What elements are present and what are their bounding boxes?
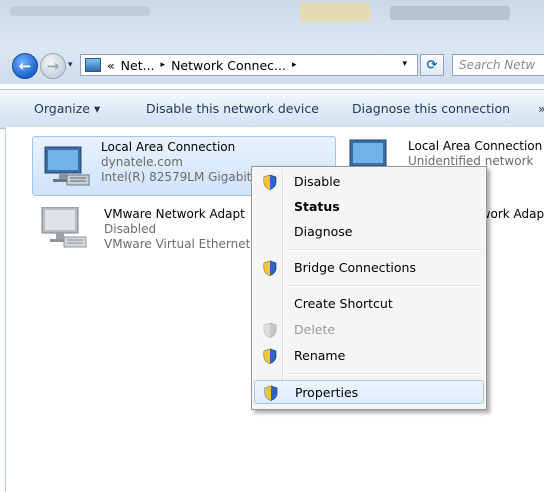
uac-shield-icon	[263, 260, 277, 276]
adapter-name: Local Area Connection	[408, 139, 543, 153]
back-arrow-icon: ←	[18, 57, 32, 75]
context-menu: Disable Status Diagnose Bridge Connectio…	[251, 166, 487, 410]
adapter-status: Disabled	[104, 222, 157, 236]
menu-separator	[286, 373, 482, 375]
breadcrumb-separator-icon[interactable]: ▸	[292, 60, 297, 70]
menu-item-disable[interactable]: Disable	[254, 170, 484, 194]
title-bar-blur	[390, 6, 510, 20]
menu-separator	[286, 249, 482, 251]
forward-arrow-icon: →	[46, 57, 60, 75]
menu-item-label: Properties	[295, 385, 359, 400]
menu-item-delete: Delete	[254, 318, 484, 342]
command-bar: Organize ▾ Disable this network device D…	[0, 89, 544, 129]
menu-item-diagnose[interactable]: Diagnose	[254, 220, 484, 244]
adapter-name: Local Area Connection	[101, 140, 236, 154]
diagnose-connection-button[interactable]: Diagnose this connection	[352, 101, 510, 116]
breadcrumb-network[interactable]: Net...	[121, 58, 155, 73]
more-commands-button[interactable]: »	[538, 101, 544, 116]
uac-shield-icon	[263, 174, 277, 190]
organize-button[interactable]: Organize ▾	[34, 101, 100, 116]
address-dropdown-icon[interactable]: ▾	[402, 59, 407, 69]
menu-item-label: Rename	[294, 348, 346, 363]
menu-item-label: Status	[294, 199, 340, 214]
menu-item-label: Delete	[294, 322, 336, 337]
menu-item-rename[interactable]: Rename	[254, 344, 484, 368]
control-panel-icon	[85, 58, 101, 72]
window-title-bar	[0, 0, 544, 50]
breadcrumb-overflow[interactable]: «	[107, 58, 115, 73]
address-bar[interactable]: « Net... ▸ Network Connec... ▸ ▾	[80, 54, 418, 76]
uac-shield-icon	[264, 385, 278, 401]
menu-item-label: Disable	[294, 174, 341, 189]
refresh-button[interactable]: ⟳	[420, 54, 444, 76]
menu-separator	[286, 285, 482, 287]
uac-shield-icon	[263, 348, 277, 364]
uac-shield-disabled-icon	[263, 322, 277, 338]
back-button[interactable]: ←	[12, 53, 38, 79]
refresh-icon: ⟳	[426, 57, 438, 73]
adapter-device: Intel(R) 82579LM Gigabit	[101, 170, 252, 184]
network-adapter-disabled-icon	[41, 207, 87, 248]
menu-item-label: Bridge Connections	[294, 260, 416, 275]
breadcrumb-network-connections[interactable]: Network Connec...	[171, 58, 286, 73]
menu-item-bridge-connections[interactable]: Bridge Connections	[254, 256, 484, 280]
breadcrumb-separator-icon[interactable]: ▸	[161, 60, 166, 70]
menu-item-create-shortcut[interactable]: Create Shortcut	[254, 292, 484, 316]
title-bar-blur	[10, 6, 150, 16]
title-bar-blur	[300, 2, 370, 22]
search-input[interactable]: Search Netw	[452, 54, 544, 76]
menu-item-label: Create Shortcut	[294, 296, 393, 311]
adapter-name: VMware Network Adapt	[104, 207, 245, 221]
adapter-status: dynatele.com	[101, 155, 183, 169]
forward-button[interactable]: →	[40, 53, 66, 79]
network-adapter-icon	[44, 146, 90, 186]
menu-item-status[interactable]: Status	[254, 195, 484, 219]
menu-item-label: Diagnose	[294, 224, 353, 239]
menu-item-properties[interactable]: Properties	[254, 380, 484, 404]
recent-pages-chevron-icon[interactable]: ▾	[68, 60, 73, 70]
adapter-device: VMware Virtual Ethernet	[104, 237, 251, 251]
disable-device-button[interactable]: Disable this network device	[146, 101, 319, 116]
navigation-bar: ← → ▾ « Net... ▸ Network Connec... ▸ ▾ ⟳…	[0, 44, 544, 84]
